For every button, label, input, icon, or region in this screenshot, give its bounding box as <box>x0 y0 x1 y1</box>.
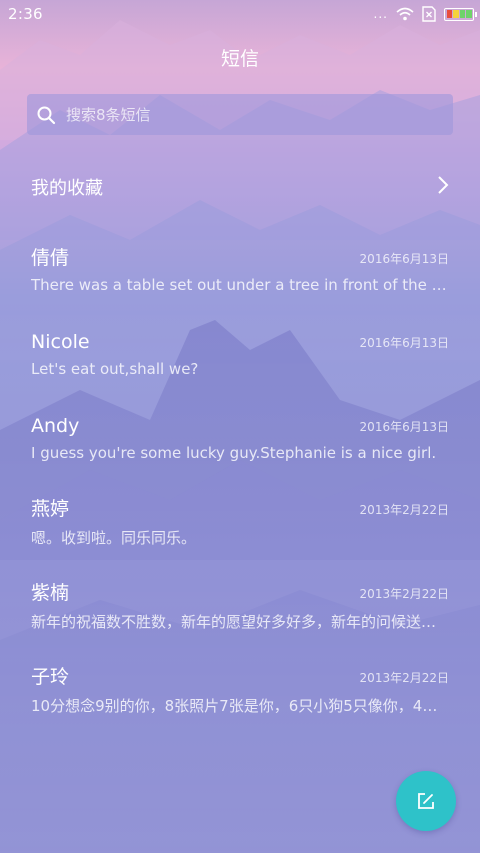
message-preview: 新年的祝福数不胜数，新年的愿望好多好多，新年的问候送给你 <box>31 613 449 631</box>
sim-x-icon <box>422 6 436 22</box>
status-bar: 2:36 ... <box>0 0 480 28</box>
status-icons: ... <box>373 6 477 22</box>
conversation-item[interactable]: 燕婷 2013年2月22日 嗯。收到啦。同乐同乐。 <box>0 497 480 581</box>
contact-name: Andy <box>31 415 80 437</box>
message-date: 2013年2月22日 <box>359 503 449 517</box>
conversation-item[interactable]: Nicole 2016年6月13日 Let's eat out,shall we… <box>0 330 480 414</box>
message-preview: There was a table set out under a tree i… <box>31 276 449 294</box>
search-bar[interactable] <box>27 94 453 135</box>
search-icon <box>37 106 56 124</box>
conversation-item[interactable]: 紫楠 2013年2月22日 新年的祝福数不胜数，新年的愿望好多好多，新年的问候送… <box>0 581 480 665</box>
wifi-icon <box>396 7 414 21</box>
message-preview: 嗯。收到啦。同乐同乐。 <box>31 529 197 547</box>
favorites-row[interactable]: 我的收藏 <box>0 158 480 214</box>
conversation-item[interactable]: Andy 2016年6月13日 I guess you're some luck… <box>0 414 480 498</box>
compose-button[interactable] <box>396 771 456 831</box>
conversation-item[interactable]: 倩倩 2016年6月13日 There was a table set out … <box>0 246 480 330</box>
message-preview: 10分想念9别的你，8张照片7张是你，6只小狗5只像你，4次约会 <box>31 697 449 715</box>
chevron-right-icon <box>438 176 449 194</box>
search-input[interactable] <box>66 94 453 135</box>
message-date: 2016年6月13日 <box>359 252 449 266</box>
conversation-item[interactable]: 子玲 2013年2月22日 10分想念9别的你，8张照片7张是你，6只小狗5只像… <box>0 665 480 749</box>
contact-name: 紫楠 <box>31 582 70 604</box>
page-title: 短信 <box>220 48 259 70</box>
compose-icon <box>418 793 434 809</box>
status-time: 2:36 <box>8 5 43 23</box>
favorites-label: 我的收藏 <box>31 178 103 199</box>
message-date: 2016年6月13日 <box>359 420 449 434</box>
contact-name: 子玲 <box>31 666 70 688</box>
battery-segment <box>459 10 465 18</box>
message-preview: I guess you're some lucky guy.Stephanie … <box>31 444 437 462</box>
battery-icon <box>444 7 477 21</box>
message-date: 2016年6月13日 <box>359 336 449 350</box>
contact-name: 倩倩 <box>31 247 70 269</box>
battery-segment <box>453 10 459 18</box>
battery-segment <box>466 10 472 18</box>
contact-name: Nicole <box>31 331 90 353</box>
message-date: 2013年2月22日 <box>359 671 449 685</box>
contact-name: 燕婷 <box>31 498 70 520</box>
message-preview: Let's eat out,shall we? <box>31 360 199 378</box>
battery-segment <box>446 10 452 18</box>
message-date: 2013年2月22日 <box>359 587 449 601</box>
status-indicators: ... <box>373 7 388 21</box>
